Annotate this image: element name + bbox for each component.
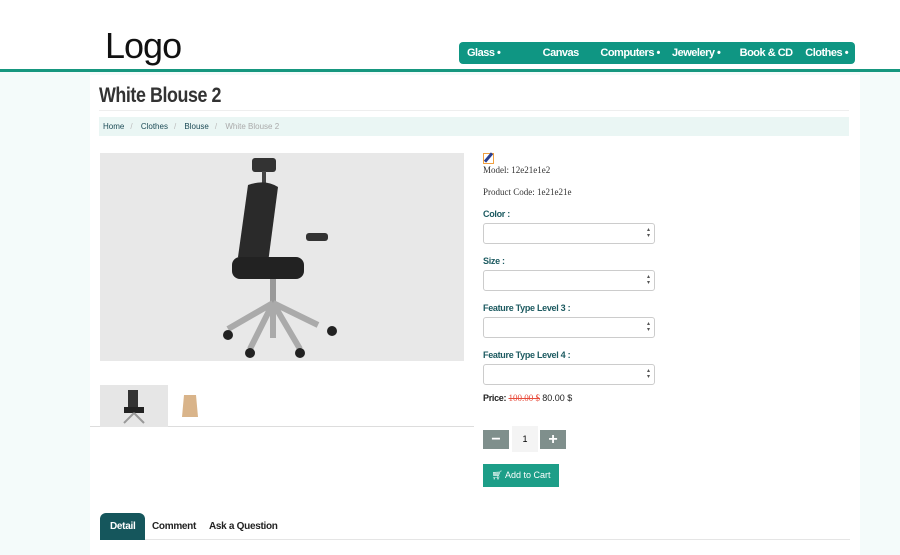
price-label: Price:: [483, 393, 507, 403]
old-price: 100.00 $: [508, 393, 540, 403]
breadcrumb-home[interactable]: Home: [103, 122, 124, 131]
page-title: White Blouse 2: [99, 84, 222, 107]
thumbnail-chair[interactable]: [100, 385, 168, 427]
tab-detail[interactable]: Detail: [100, 513, 146, 540]
breadcrumb-current: White Blouse 2: [225, 122, 280, 131]
decrease-quantity-button[interactable]: −: [483, 430, 509, 449]
nav-clothes[interactable]: Clothes •: [795, 47, 855, 59]
nav-canvas[interactable]: Canvas: [527, 47, 587, 59]
main-content: White Blouse 2 Home / Clothes / Blouse / Wh…: [90, 75, 860, 555]
nav-book-cd[interactable]: Book & CD: [728, 47, 796, 59]
feature-level-3-select[interactable]: [483, 317, 655, 338]
color-select[interactable]: [483, 223, 655, 244]
nav-glass[interactable]: Glass •: [467, 47, 527, 59]
divider: [99, 110, 849, 111]
product-tabs: Detail Comment Ask a Question: [100, 513, 850, 540]
nav-computers[interactable]: Computers •: [586, 47, 666, 59]
increase-quantity-button[interactable]: +: [540, 430, 566, 449]
add-to-cart-button[interactable]: 🛒︎ Add to Cart: [483, 464, 559, 487]
feature-level-3-label: Feature Type Level 3 :: [483, 303, 571, 313]
product-info: Model: 12e21e1e2 Product Code: 1e21e21e …: [483, 152, 843, 403]
tab-comment[interactable]: Comment: [152, 513, 196, 540]
nav-jewelery[interactable]: Jewelery •: [666, 47, 728, 59]
tab-ask-question[interactable]: Ask a Question: [209, 513, 278, 540]
add-to-cart-label: Add to Cart: [504, 470, 551, 480]
breadcrumb-blouse[interactable]: Blouse: [184, 122, 208, 131]
color-label: Color :: [483, 209, 510, 219]
breadcrumb-clothes[interactable]: Clothes: [141, 122, 168, 131]
size-select[interactable]: [483, 270, 655, 291]
edit-icon[interactable]: [483, 152, 494, 164]
cart-icon: 🛒︎: [491, 470, 505, 480]
size-label: Size :: [483, 256, 505, 266]
thumbnail-blouse[interactable]: [178, 393, 202, 419]
logo[interactable]: Logo: [105, 25, 182, 67]
price-row: Price: 100.00 $ 80.00 $: [483, 393, 843, 403]
price: 80.00 $: [542, 393, 573, 403]
product-image[interactable]: [100, 153, 464, 361]
thumbnail-strip: [90, 385, 474, 427]
chair-image: [223, 158, 337, 358]
main-nav: Glass • Canvas Computers • Jewelery • Bo…: [459, 42, 855, 64]
product-code: Product Code: 1e21e21e: [483, 187, 572, 197]
quantity-input[interactable]: 1: [512, 426, 538, 452]
feature-level-4-select[interactable]: [483, 364, 655, 385]
feature-level-4-label: Feature Type Level 4 :: [483, 350, 571, 360]
header: Logo Glass • Canvas Computers • Jewelery…: [0, 0, 900, 72]
breadcrumb: Home / Clothes / Blouse / White Blouse 2: [99, 117, 849, 136]
model: Model: 12e21e1e2: [483, 165, 551, 175]
